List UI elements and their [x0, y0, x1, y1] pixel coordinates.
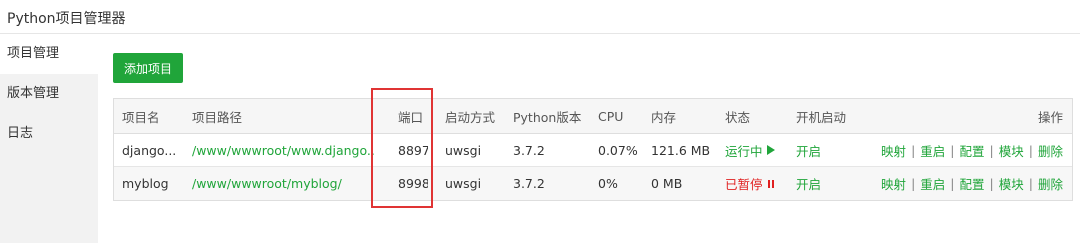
memory-usage: 0 MB — [651, 176, 683, 191]
sidebar-item-logs[interactable]: 日志 — [0, 114, 98, 154]
project-path-link[interactable]: /www/wwwroot/www.django... — [192, 134, 374, 166]
boot-start-toggle[interactable]: 开启 — [796, 167, 821, 200]
row-actions: 映射 | 重启 | 配置 | 模块 | 删除 — [881, 167, 1063, 200]
pause-icon — [767, 179, 774, 188]
start-method: uwsgi — [445, 142, 482, 158]
header-port: 端口 — [398, 109, 424, 125]
delete-action-link[interactable]: 删除 — [1038, 174, 1063, 193]
project-table: 项目名 项目路径 端口 启动方式 Python版本 CPU 内存 状态 开机启动… — [113, 98, 1073, 201]
cpu-usage: 0.07% — [598, 142, 638, 158]
status-toggle[interactable]: 运行中 — [725, 134, 775, 166]
action-separator: | — [911, 142, 916, 158]
window-title: Python项目管理器 — [7, 11, 126, 27]
sidebar-item-project-management[interactable]: 项目管理 — [0, 34, 98, 74]
table-header: 项目名 项目路径 端口 启动方式 Python版本 CPU 内存 状态 开机启动… — [114, 99, 1072, 134]
action-separator: | — [989, 142, 994, 158]
table-row: myblog /www/wwwroot/myblog/ 8998 uwsgi 3… — [114, 167, 1072, 200]
cpu-usage: 0% — [598, 176, 618, 191]
status-label: 运行中 — [725, 143, 763, 159]
action-separator: | — [1028, 142, 1033, 158]
map-action-link[interactable]: 映射 — [881, 174, 906, 193]
delete-action-link[interactable]: 删除 — [1038, 141, 1063, 160]
memory-usage: 121.6 MB — [651, 142, 711, 158]
python-version: 3.7.2 — [513, 176, 545, 191]
modules-action-link[interactable]: 模块 — [999, 141, 1024, 160]
add-project-button[interactable]: 添加项目 — [113, 53, 183, 83]
header-actions: 操作 — [1037, 109, 1063, 125]
start-method: uwsgi — [445, 176, 482, 191]
header-path: 项目路径 — [192, 109, 243, 125]
header-memory: 内存 — [651, 109, 677, 125]
restart-action-link[interactable]: 重启 — [920, 141, 945, 160]
project-port: 8998 — [398, 176, 428, 191]
play-icon — [766, 145, 775, 155]
status-label: 已暂停 — [725, 177, 763, 192]
action-separator: | — [950, 176, 955, 191]
project-name: myblog — [122, 176, 169, 191]
table-row: django... /www/wwwroot/www.django... 889… — [114, 134, 1072, 167]
python-version: 3.7.2 — [513, 142, 545, 158]
row-actions: 映射 | 重启 | 配置 | 模块 | 删除 — [881, 134, 1063, 166]
header-python-version: Python版本 — [513, 109, 582, 125]
header-boot-start: 开机启动 — [796, 109, 847, 125]
boot-start-toggle[interactable]: 开启 — [796, 134, 821, 166]
config-action-link[interactable]: 配置 — [960, 141, 985, 160]
project-path-link[interactable]: /www/wwwroot/myblog/ — [192, 167, 374, 200]
restart-action-link[interactable]: 重启 — [920, 174, 945, 193]
sidebar-item-version-management[interactable]: 版本管理 — [0, 74, 98, 114]
action-separator: | — [1028, 176, 1033, 191]
status-toggle[interactable]: 已暂停 — [725, 167, 774, 200]
header-name: 项目名 — [122, 109, 160, 125]
header-status: 状态 — [725, 109, 751, 125]
window-titlebar: Python项目管理器 — [0, 0, 1080, 34]
config-action-link[interactable]: 配置 — [960, 174, 985, 193]
action-separator: | — [989, 176, 994, 191]
header-cpu: CPU — [598, 108, 624, 124]
project-name: django... — [122, 142, 177, 158]
action-separator: | — [950, 142, 955, 158]
header-start-method: 启动方式 — [445, 109, 496, 125]
map-action-link[interactable]: 映射 — [881, 141, 906, 160]
project-port: 8897 — [398, 142, 428, 158]
sidebar: 项目管理 版本管理 日志 — [0, 34, 98, 243]
action-separator: | — [911, 176, 916, 191]
modules-action-link[interactable]: 模块 — [999, 174, 1024, 193]
